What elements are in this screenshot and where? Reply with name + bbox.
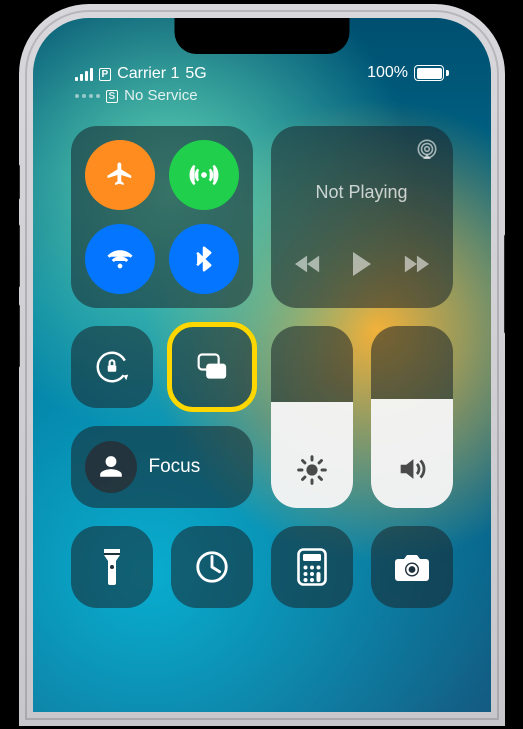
battery-icon bbox=[414, 65, 449, 81]
notch bbox=[174, 18, 349, 54]
secondary-signal-icon bbox=[75, 94, 100, 98]
focus-icon bbox=[98, 454, 124, 480]
secondary-status-text: No Service bbox=[124, 86, 197, 106]
media-forward-button[interactable] bbox=[403, 253, 429, 280]
camera-button[interactable] bbox=[371, 526, 453, 608]
media-back-button[interactable] bbox=[295, 253, 321, 280]
side-button bbox=[504, 234, 505, 334]
flashlight-icon bbox=[102, 547, 122, 587]
connectivity-tile[interactable] bbox=[71, 126, 253, 308]
brightness-icon bbox=[271, 454, 353, 486]
timer-button[interactable] bbox=[171, 526, 253, 608]
focus-label: Focus bbox=[149, 456, 201, 478]
battery-percentage: 100% bbox=[367, 64, 408, 82]
carrier-name: Carrier 1 bbox=[117, 64, 179, 84]
iphone-frame: P Carrier 1 5G S No Service 100% bbox=[19, 4, 505, 726]
cellular-icon bbox=[189, 160, 219, 190]
screen-mirroring-button[interactable] bbox=[171, 326, 253, 408]
orientation-lock-button[interactable] bbox=[71, 326, 153, 408]
media-play-button[interactable] bbox=[351, 251, 373, 282]
signal-bars-icon bbox=[75, 68, 93, 81]
calculator-icon bbox=[297, 548, 327, 586]
status-bar: P Carrier 1 5G S No Service 100% bbox=[33, 64, 491, 106]
control-center: Not Playing bbox=[33, 126, 491, 712]
airplane-mode-button[interactable] bbox=[85, 140, 155, 210]
primary-sim-tag: P bbox=[99, 68, 112, 81]
flashlight-button[interactable] bbox=[71, 526, 153, 608]
wifi-button[interactable] bbox=[85, 224, 155, 294]
bluetooth-button[interactable] bbox=[169, 224, 239, 294]
wifi-icon bbox=[105, 244, 135, 274]
airplane-icon bbox=[105, 160, 135, 190]
airplay-icon[interactable] bbox=[415, 138, 439, 167]
now-playing-text: Not Playing bbox=[271, 182, 453, 203]
focus-button[interactable]: Focus bbox=[71, 426, 253, 508]
brightness-slider[interactable] bbox=[271, 326, 353, 508]
volume-slider[interactable] bbox=[371, 326, 453, 508]
ringer-switch bbox=[19, 164, 20, 200]
screen-mirroring-icon bbox=[192, 347, 232, 387]
cellular-data-button[interactable] bbox=[169, 140, 239, 210]
volume-icon bbox=[371, 452, 453, 486]
orientation-lock-icon bbox=[93, 348, 131, 386]
screen: P Carrier 1 5G S No Service 100% bbox=[33, 18, 491, 712]
volume-up-button bbox=[19, 224, 20, 288]
secondary-sim-tag: S bbox=[106, 90, 119, 103]
calculator-button[interactable] bbox=[271, 526, 353, 608]
timer-icon bbox=[193, 548, 231, 586]
bluetooth-icon bbox=[189, 244, 219, 274]
volume-down-button bbox=[19, 304, 20, 368]
media-tile[interactable]: Not Playing bbox=[271, 126, 453, 308]
camera-icon bbox=[392, 551, 432, 583]
network-type: 5G bbox=[185, 64, 206, 84]
